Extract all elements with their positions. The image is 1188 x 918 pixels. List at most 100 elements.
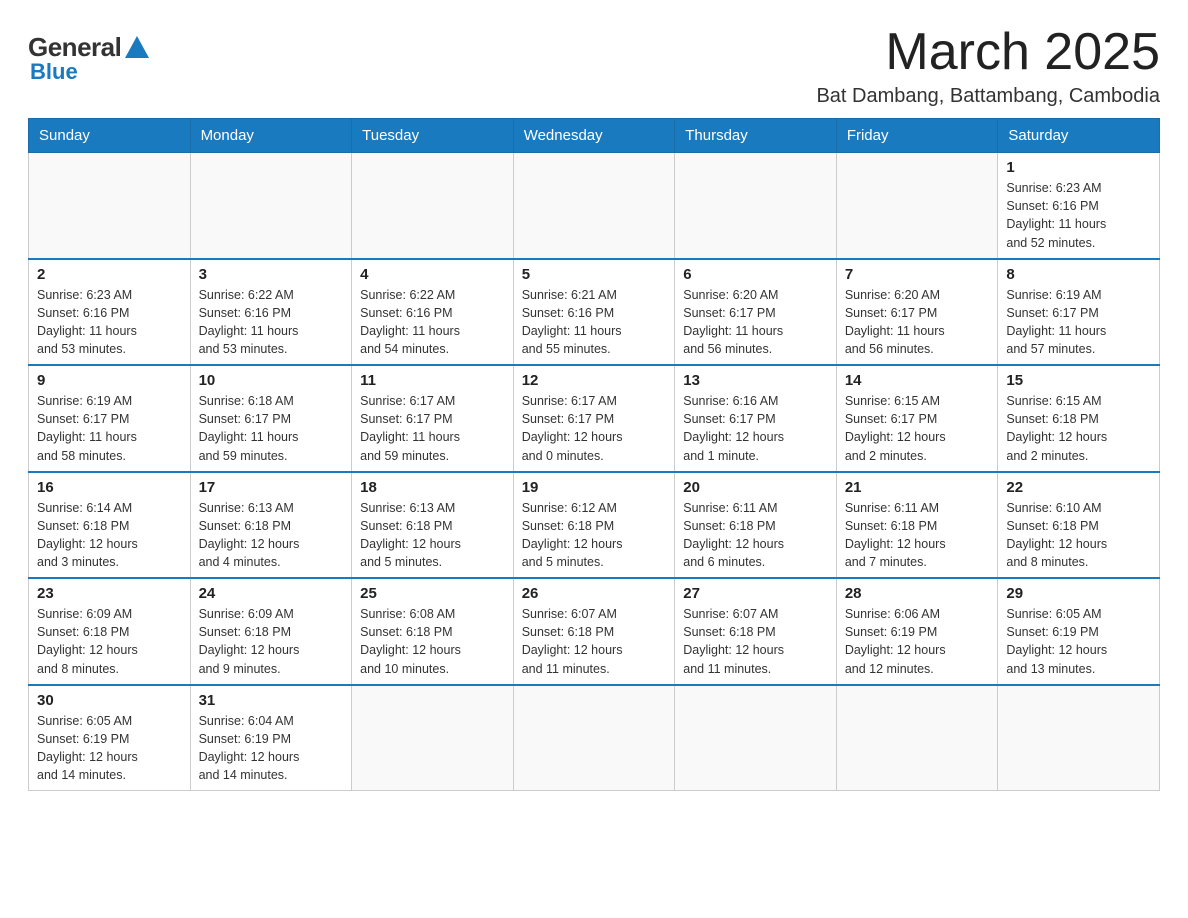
- day-info: Sunrise: 6:05 AMSunset: 6:19 PMDaylight:…: [37, 712, 182, 785]
- day-info: Sunrise: 6:07 AMSunset: 6:18 PMDaylight:…: [683, 605, 828, 678]
- month-title: March 2025: [816, 24, 1160, 81]
- day-info: Sunrise: 6:19 AMSunset: 6:17 PMDaylight:…: [1006, 286, 1151, 359]
- day-info: Sunrise: 6:12 AMSunset: 6:18 PMDaylight:…: [522, 499, 667, 572]
- day-number: 5: [522, 266, 667, 283]
- calendar-cell: 30 Sunrise: 6:05 AMSunset: 6:19 PMDayligh…: [29, 685, 191, 791]
- day-info: Sunrise: 6:23 AMSunset: 6:16 PMDaylight:…: [37, 286, 182, 359]
- calendar-cell: 24Sunrise: 6:09 AMSunset: 6:18 PMDayligh…: [190, 578, 352, 685]
- day-number: 23: [37, 585, 182, 602]
- calendar-cell: 13Sunrise: 6:16 AMSunset: 6:17 PMDayligh…: [675, 365, 837, 472]
- calendar-cell: [352, 685, 514, 791]
- day-info: Sunrise: 6:20 AMSunset: 6:17 PMDaylight:…: [845, 286, 990, 359]
- day-info: Sunrise: 6:11 AMSunset: 6:18 PMDaylight:…: [683, 499, 828, 572]
- day-number: 7: [845, 266, 990, 283]
- day-number: 12: [522, 372, 667, 389]
- day-number: 22: [1006, 479, 1151, 496]
- day-number: 15: [1006, 372, 1151, 389]
- calendar-cell: 28 Sunrise: 6:06 AMSunset: 6:19 PMDayligh…: [836, 578, 998, 685]
- calendar-cell: 5 Sunrise: 6:21 AMSunset: 6:16 PMDaylight…: [513, 259, 675, 366]
- calendar-cell: 14 Sunrise: 6:15 AMSunset: 6:17 PMDayligh…: [836, 365, 998, 472]
- day-info: Sunrise: 6:08 AMSunset: 6:18 PMDaylight:…: [360, 605, 505, 678]
- day-info: Sunrise: 6:21 AMSunset: 6:16 PMDaylight:…: [522, 286, 667, 359]
- calendar-cell: 10 Sunrise: 6:18 AMSunset: 6:17 PMDayligh…: [190, 365, 352, 472]
- day-number: 14: [845, 372, 990, 389]
- day-info: Sunrise: 6:11 AMSunset: 6:18 PMDaylight:…: [845, 499, 990, 572]
- calendar-cell: [513, 153, 675, 259]
- calendar-cell: [836, 153, 998, 259]
- day-number: 28: [845, 585, 990, 602]
- calendar-cell: [998, 685, 1160, 791]
- page-header: General Blue March 2025 Bat Dambang, Bat…: [28, 24, 1160, 108]
- day-number: 8: [1006, 266, 1151, 283]
- day-info: Sunrise: 6:14 AMSunset: 6:18 PMDaylight:…: [37, 499, 182, 572]
- calendar-day-header: Monday: [190, 119, 352, 153]
- day-number: 3: [199, 266, 344, 283]
- calendar-cell: 19 Sunrise: 6:12 AMSunset: 6:18 PMDayligh…: [513, 472, 675, 579]
- title-section: March 2025 Bat Dambang, Battambang, Camb…: [816, 24, 1160, 108]
- calendar-cell: [675, 685, 837, 791]
- logo-triangle-icon: [125, 36, 149, 58]
- day-number: 9: [37, 372, 182, 389]
- calendar-cell: 15 Sunrise: 6:15 AMSunset: 6:18 PMDayligh…: [998, 365, 1160, 472]
- day-number: 4: [360, 266, 505, 283]
- calendar-cell: 31Sunrise: 6:04 AMSunset: 6:19 PMDayligh…: [190, 685, 352, 791]
- location-title: Bat Dambang, Battambang, Cambodia: [816, 85, 1160, 108]
- calendar-cell: 18 Sunrise: 6:13 AMSunset: 6:18 PMDayligh…: [352, 472, 514, 579]
- calendar-cell: [29, 153, 191, 259]
- day-number: 30: [37, 692, 182, 709]
- day-info: Sunrise: 6:18 AMSunset: 6:17 PMDaylight:…: [199, 392, 344, 465]
- day-number: 11: [360, 372, 505, 389]
- calendar-table: SundayMondayTuesdayWednesdayThursdayFrid…: [28, 118, 1160, 791]
- day-number: 18: [360, 479, 505, 496]
- day-info: Sunrise: 6:07 AMSunset: 6:18 PMDaylight:…: [522, 605, 667, 678]
- day-info: Sunrise: 6:05 AMSunset: 6:19 PMDaylight:…: [1006, 605, 1151, 678]
- calendar-cell: 20Sunrise: 6:11 AMSunset: 6:18 PMDayligh…: [675, 472, 837, 579]
- calendar-week-row: 23 Sunrise: 6:09 AMSunset: 6:18 PMDayligh…: [29, 578, 1160, 685]
- day-info: Sunrise: 6:06 AMSunset: 6:19 PMDaylight:…: [845, 605, 990, 678]
- calendar-cell: 23Sunrise: 6:09 AMSunset: 6:18 PMDayligh…: [29, 578, 191, 685]
- day-number: 16: [37, 479, 182, 496]
- day-info: Sunrise: 6:10 AMSunset: 6:18 PMDaylight:…: [1006, 499, 1151, 572]
- calendar-cell: 16 Sunrise: 6:14 AMSunset: 6:18 PMDayligh…: [29, 472, 191, 579]
- day-number: 1: [1006, 159, 1151, 176]
- calendar-cell: 9 Sunrise: 6:19 AMSunset: 6:17 PMDaylight…: [29, 365, 191, 472]
- calendar-cell: [352, 153, 514, 259]
- calendar-cell: 27 Sunrise: 6:07 AMSunset: 6:18 PMDayligh…: [675, 578, 837, 685]
- calendar-week-row: 30 Sunrise: 6:05 AMSunset: 6:19 PMDayligh…: [29, 685, 1160, 791]
- calendar-day-header: Tuesday: [352, 119, 514, 153]
- day-number: 6: [683, 266, 828, 283]
- logo: General Blue: [28, 32, 149, 85]
- day-number: 31: [199, 692, 344, 709]
- calendar-week-row: 2 Sunrise: 6:23 AMSunset: 6:16 PMDaylight…: [29, 259, 1160, 366]
- day-info: Sunrise: 6:13 AMSunset: 6:18 PMDaylight:…: [199, 499, 344, 572]
- calendar-cell: 29 Sunrise: 6:05 AMSunset: 6:19 PMDayligh…: [998, 578, 1160, 685]
- calendar-cell: 26Sunrise: 6:07 AMSunset: 6:18 PMDayligh…: [513, 578, 675, 685]
- day-info: Sunrise: 6:15 AMSunset: 6:18 PMDaylight:…: [1006, 392, 1151, 465]
- day-number: 10: [199, 372, 344, 389]
- logo-blue-text: Blue: [30, 59, 78, 85]
- calendar-cell: [190, 153, 352, 259]
- calendar-cell: 11 Sunrise: 6:17 AMSunset: 6:17 PMDayligh…: [352, 365, 514, 472]
- calendar-cell: 3 Sunrise: 6:22 AMSunset: 6:16 PMDaylight…: [190, 259, 352, 366]
- day-info: Sunrise: 6:15 AMSunset: 6:17 PMDaylight:…: [845, 392, 990, 465]
- calendar-week-row: 1Sunrise: 6:23 AMSunset: 6:16 PMDaylight…: [29, 153, 1160, 259]
- day-info: Sunrise: 6:19 AMSunset: 6:17 PMDaylight:…: [37, 392, 182, 465]
- calendar-cell: 21Sunrise: 6:11 AMSunset: 6:18 PMDayligh…: [836, 472, 998, 579]
- calendar-day-header: Saturday: [998, 119, 1160, 153]
- calendar-cell: 1Sunrise: 6:23 AMSunset: 6:16 PMDaylight…: [998, 153, 1160, 259]
- calendar-cell: [513, 685, 675, 791]
- day-number: 25: [360, 585, 505, 602]
- calendar-day-header: Thursday: [675, 119, 837, 153]
- day-number: 27: [683, 585, 828, 602]
- day-info: Sunrise: 6:22 AMSunset: 6:16 PMDaylight:…: [199, 286, 344, 359]
- day-number: 19: [522, 479, 667, 496]
- day-number: 17: [199, 479, 344, 496]
- day-number: 2: [37, 266, 182, 283]
- day-info: Sunrise: 6:09 AMSunset: 6:18 PMDaylight:…: [199, 605, 344, 678]
- day-info: Sunrise: 6:17 AMSunset: 6:17 PMDaylight:…: [522, 392, 667, 465]
- day-number: 29: [1006, 585, 1151, 602]
- day-info: Sunrise: 6:17 AMSunset: 6:17 PMDaylight:…: [360, 392, 505, 465]
- calendar-cell: 8 Sunrise: 6:19 AMSunset: 6:17 PMDaylight…: [998, 259, 1160, 366]
- day-info: Sunrise: 6:13 AMSunset: 6:18 PMDaylight:…: [360, 499, 505, 572]
- calendar-cell: 22 Sunrise: 6:10 AMSunset: 6:18 PMDayligh…: [998, 472, 1160, 579]
